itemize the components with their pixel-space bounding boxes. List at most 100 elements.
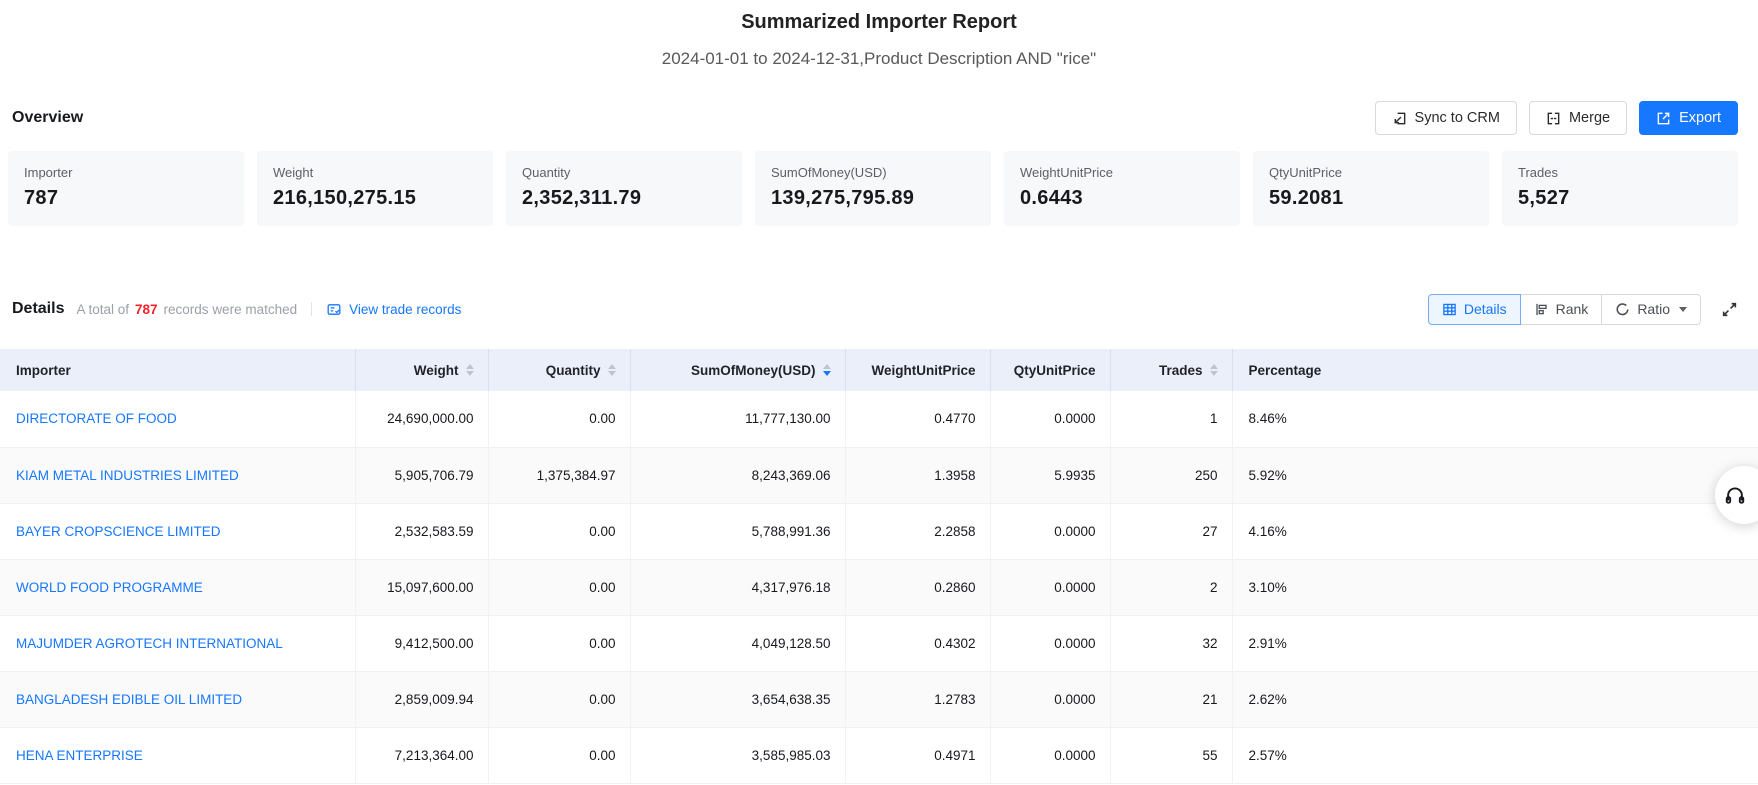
cell-sum_of_money_usd: 5,788,991.36 [630, 503, 845, 559]
overview-actions: Sync to CRM Merge Export [1375, 101, 1738, 135]
details-heading: Details [8, 300, 64, 318]
column-header-weight[interactable]: Weight [355, 349, 488, 391]
cell-sum_of_money_usd: 3,585,985.03 [630, 727, 845, 783]
stat-value: 216,150,275.15 [273, 187, 477, 210]
view-mode-details-button[interactable]: Details [1428, 294, 1521, 325]
ratio-donut-icon [1615, 302, 1630, 317]
column-label: WeightUnitPrice [871, 363, 975, 378]
table-row: DIRECTORATE OF FOOD24,690,000.000.0011,7… [0, 391, 1758, 447]
importer-link[interactable]: BAYER CROPSCIENCE LIMITED [16, 524, 221, 539]
sort-icon[interactable] [608, 364, 616, 377]
stat-value: 2,352,311.79 [522, 187, 726, 210]
cell-weight: 2,532,583.59 [355, 503, 488, 559]
cell-weight_unit_price: 2.2858 [845, 503, 990, 559]
stat-card-trades: Trades 5,527 [1502, 151, 1738, 226]
chevron-down-icon [1679, 307, 1687, 312]
view-mode-ratio-button[interactable]: Ratio [1601, 294, 1701, 325]
table-row: BANGLADESH EDIBLE OIL LIMITED 2,859,009.9… [0, 671, 1758, 727]
trade-records-icon [326, 302, 342, 317]
table-row: HENA ENTERPRISE 7,213,364.000.003,585,985… [0, 727, 1758, 783]
cell-trades: 55 [1110, 727, 1232, 783]
stat-card-weightunitprice: WeightUnitPrice 0.6443 [1004, 151, 1240, 226]
view-mode-segmented: Details Rank Ratio [1428, 294, 1701, 325]
matched-suffix: records were matched [164, 302, 298, 317]
table-header-row: Importer Weight Quantity SumOfMoney(USD)… [0, 349, 1758, 391]
merge-button[interactable]: Merge [1529, 101, 1627, 135]
cell-percentage: 5.92% [1232, 447, 1758, 503]
cell-quantity: 0.00 [488, 559, 630, 615]
importer-link[interactable]: HENA ENTERPRISE [16, 748, 143, 763]
rank-bars-icon [1534, 302, 1549, 317]
cell-sum_of_money_usd: 4,049,128.50 [630, 615, 845, 671]
stat-card-quantity: Quantity 2,352,311.79 [506, 151, 742, 226]
stat-label: Trades [1518, 165, 1722, 180]
cell-weight: 7,213,364.00 [355, 727, 488, 783]
cell-quantity: 0.00 [488, 671, 630, 727]
page-title: Summarized Importer Report [0, 0, 1758, 34]
cell-weight_unit_price: 1.2783 [845, 671, 990, 727]
export-label: Export [1679, 110, 1721, 126]
cell-weight: 2,859,009.94 [355, 671, 488, 727]
cell-qty_unit_price: 0.0000 [990, 391, 1110, 447]
view-trade-records-label: View trade records [349, 302, 461, 317]
sync-to-crm-button[interactable]: Sync to CRM [1375, 101, 1517, 135]
stat-card-sumofmoney: SumOfMoney(USD) 139,275,795.89 [755, 151, 991, 226]
stat-card-weight: Weight 216,150,275.15 [257, 151, 493, 226]
stat-label: WeightUnitPrice [1020, 165, 1224, 180]
cell-qty_unit_price: 0.0000 [990, 559, 1110, 615]
importer-link[interactable]: DIRECTORATE OF FOOD [16, 411, 177, 426]
table-row: WORLD FOOD PROGRAMME15,097,600.000.004,3… [0, 559, 1758, 615]
cell-weight_unit_price: 0.4770 [845, 391, 990, 447]
cell-trades: 250 [1110, 447, 1232, 503]
column-label: Percentage [1249, 363, 1322, 378]
details-toolbar: Details A total of 787 records were matc… [8, 294, 1738, 324]
view-trade-records-link[interactable]: View trade records [326, 302, 461, 317]
headset-icon [1724, 484, 1746, 506]
table-body: DIRECTORATE OF FOOD24,690,000.000.0011,7… [0, 391, 1758, 783]
overview-heading: Overview [8, 109, 83, 127]
overview-stat-cards: Importer 787 Weight 216,150,275.15 Quant… [8, 151, 1738, 226]
column-header-weightunitprice: WeightUnitPrice [845, 349, 990, 391]
fullscreen-icon[interactable] [1721, 301, 1738, 318]
view-mode-rank-button[interactable]: Rank [1520, 294, 1603, 325]
stat-value: 5,527 [1518, 187, 1722, 210]
cell-quantity: 0.00 [488, 727, 630, 783]
sort-icon-desc-active[interactable] [823, 364, 831, 377]
stat-value: 787 [24, 187, 228, 210]
importer-link[interactable]: MAJUMDER AGROTECH INTERNATIONAL [16, 636, 283, 651]
column-header-trades[interactable]: Trades [1110, 349, 1232, 391]
table-row: MAJUMDER AGROTECH INTERNATIONAL9,412,500… [0, 615, 1758, 671]
cell-quantity: 0.00 [488, 503, 630, 559]
sort-icon[interactable] [1210, 364, 1218, 377]
cell-weight_unit_price: 1.3958 [845, 447, 990, 503]
cell-qty_unit_price: 0.0000 [990, 671, 1110, 727]
cell-weight_unit_price: 0.4971 [845, 727, 990, 783]
column-header-percentage: Percentage [1232, 349, 1758, 391]
table-grid-icon [1442, 302, 1457, 317]
cell-weight: 15,097,600.00 [355, 559, 488, 615]
column-header-sumofmoney[interactable]: SumOfMoney(USD) [630, 349, 845, 391]
import-icon [1392, 111, 1407, 126]
overview-toolbar: Overview Sync to CRM Merge [8, 101, 1738, 135]
importer-link[interactable]: BANGLADESH EDIBLE OIL LIMITED [16, 692, 242, 707]
column-header-quantity[interactable]: Quantity [488, 349, 630, 391]
cell-quantity: 1,375,384.97 [488, 447, 630, 503]
cell-weight_unit_price: 0.2860 [845, 559, 990, 615]
importer-link[interactable]: KIAM METAL INDUSTRIES LIMITED [16, 468, 239, 483]
summarized-importer-report-page: Summarized Importer Report 2024-01-01 to… [0, 0, 1758, 785]
cell-sum_of_money_usd: 8,243,369.06 [630, 447, 845, 503]
merge-icon [1546, 111, 1561, 126]
view-mode-details-label: Details [1464, 301, 1507, 317]
cell-percentage: 2.62% [1232, 671, 1758, 727]
export-button[interactable]: Export [1639, 101, 1738, 135]
stat-label: QtyUnitPrice [1269, 165, 1473, 180]
stat-label: Quantity [522, 165, 726, 180]
cell-percentage: 4.16% [1232, 503, 1758, 559]
details-summary: Details A total of 787 records were matc… [8, 300, 461, 318]
cell-trades: 21 [1110, 671, 1232, 727]
stat-label: Importer [24, 165, 228, 180]
importer-link[interactable]: WORLD FOOD PROGRAMME [16, 580, 203, 595]
cell-weight: 5,905,706.79 [355, 447, 488, 503]
sync-to-crm-label: Sync to CRM [1415, 110, 1500, 126]
sort-icon[interactable] [466, 364, 474, 377]
